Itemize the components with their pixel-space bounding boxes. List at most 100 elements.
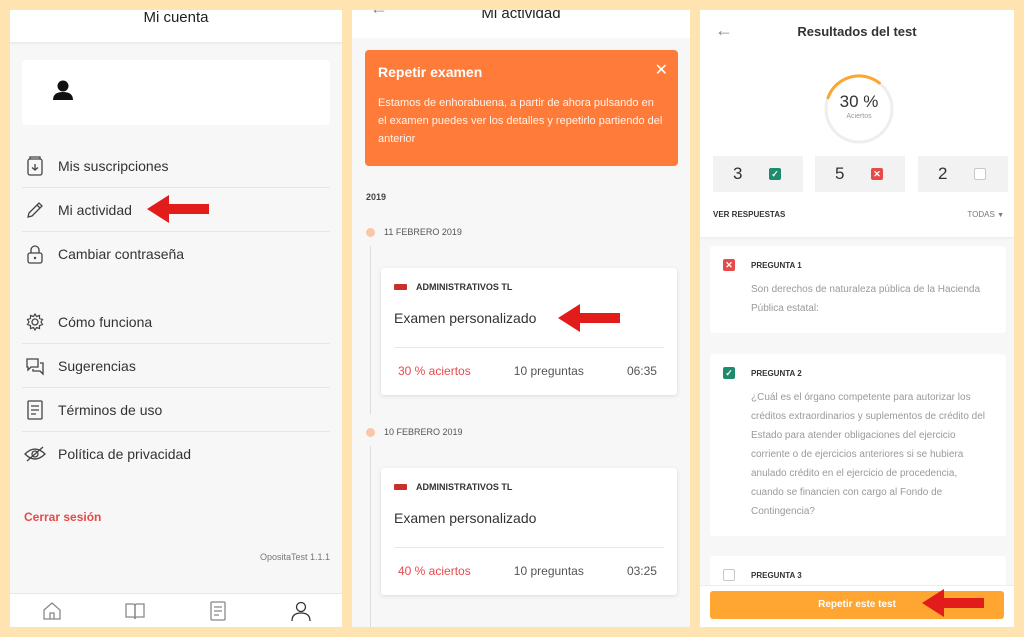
document-icon [24, 399, 46, 421]
page-title: Resultados del test [797, 24, 917, 39]
chevron-down-icon: ▼ [997, 212, 1004, 219]
question-label: PREGUNTA 2 [751, 368, 802, 378]
menu-item-terms[interactable]: Términos de uso [22, 388, 330, 432]
activity-header: ← Mi actividad [352, 10, 690, 38]
menu-item-label: Sugerencias [58, 357, 136, 374]
score-percent: 30 % [839, 92, 879, 111]
pencil-icon [24, 199, 46, 221]
annotation-arrow-icon [922, 589, 984, 617]
year-label: 2019 [366, 192, 387, 202]
menu-group-info: Cómo funciona Sugerencias Términos de us… [22, 300, 330, 476]
activity-panel: ← Mi actividad Repetir examen Estamos de… [352, 10, 690, 627]
profile-card[interactable] [22, 60, 330, 125]
question-card[interactable]: ✕ PREGUNTA 1 Son derechos de naturaleza … [710, 246, 1006, 333]
ver-respuestas-label: VER RESPUESTAS [713, 210, 786, 219]
nav-profile[interactable] [287, 597, 315, 625]
exam-aciertos: 40 % aciertos [398, 564, 471, 578]
question-card[interactable]: ✓ PREGUNTA 2 ¿Cuál es el órgano competen… [710, 354, 1006, 536]
banner-text: Estamos de enhorabuena, a partir de ahor… [378, 97, 663, 145]
menu-item-label: Términos de uso [58, 401, 163, 418]
menu-item-label: Cambiar contraseña [58, 246, 185, 262]
exam-aciertos: 30 % aciertos [398, 364, 471, 378]
menu-item-subscriptions[interactable]: Mis suscripciones [22, 144, 330, 188]
menu-item-label: Cómo funciona [58, 313, 153, 330]
page-title: Mi cuenta [10, 10, 342, 42]
empty-box-icon [974, 168, 986, 180]
nav-book[interactable] [121, 597, 149, 625]
annotation-arrow-icon [147, 195, 209, 223]
exam-tag: ADMINISTRATIVOS TL [394, 482, 512, 492]
divider [394, 347, 664, 348]
avatar [44, 72, 82, 110]
date-row: 11 FEBRERO 2019 [366, 227, 462, 237]
cross-icon: ✕ [723, 259, 735, 271]
gear-icon [24, 311, 46, 333]
menu-item-label: Política de privacidad [58, 446, 192, 462]
results-summary: ← Resultados del test 30 % Aciertos 3 ✓ … [700, 10, 1014, 237]
question-label: PREGUNTA 3 [751, 570, 802, 580]
repeat-exam-banner: Repetir examen Estamos de enhorabuena, a… [365, 50, 678, 166]
chat-icon [24, 355, 46, 377]
back-arrow-icon[interactable]: ← [370, 10, 388, 17]
exam-tag: ADMINISTRATIVOS TL [394, 282, 512, 292]
exam-tag-label: ADMINISTRATIVOS TL [416, 482, 513, 492]
subscriptions-icon [24, 155, 46, 177]
empty-box-icon [723, 569, 735, 581]
app-version: OpositaTest 1.1.1 [259, 552, 330, 562]
menu-item-password[interactable]: Cambiar contraseña [22, 232, 330, 276]
exam-preguntas: 10 preguntas [513, 364, 584, 378]
exam-stats: 40 % aciertos 10 preguntas 03:25 [398, 564, 657, 578]
check-icon: ✓ [723, 367, 735, 379]
book-icon [124, 602, 145, 619]
account-panel: Mi cuenta Mis suscripciones Mi actividad [10, 10, 342, 627]
page-title: Mi actividad [481, 10, 561, 22]
correct-count-box: 3 ✓ [713, 156, 803, 192]
timeline-dot [366, 427, 375, 437]
menu-item-suggestions[interactable]: Sugerencias [22, 344, 330, 388]
correct-count: 3 [733, 164, 743, 183]
exam-tag-label: ADMINISTRATIVOS TL [416, 282, 513, 292]
flag-icon [394, 284, 407, 290]
nav-list[interactable] [204, 597, 232, 625]
question-header: ✓ PREGUNTA 2 [723, 367, 802, 379]
bottom-nav [10, 593, 342, 627]
timeline-line [370, 446, 371, 627]
exam-time: 06:35 [626, 364, 657, 378]
date-label: 10 FEBRERO 2019 [384, 427, 463, 437]
home-icon [42, 601, 61, 620]
question-header: PREGUNTA 3 [723, 569, 802, 581]
menu-item-how-it-works[interactable]: Cómo funciona [22, 300, 330, 344]
exam-preguntas: 10 preguntas [513, 564, 584, 578]
blank-count-box: 2 [918, 156, 1008, 192]
cross-icon: ✕ [871, 168, 883, 180]
question-label: PREGUNTA 1 [751, 260, 802, 270]
filter-value: TODAS [967, 210, 995, 219]
exam-card[interactable]: ADMINISTRATIVOS TL Examen personalizado … [381, 268, 677, 395]
exam-card[interactable]: ADMINISTRATIVOS TL Examen personalizado … [381, 468, 677, 595]
annotation-arrow-icon [558, 304, 620, 332]
date-row: 10 FEBRERO 2019 [366, 427, 463, 437]
menu-item-privacy[interactable]: Política de privacidad [22, 432, 330, 476]
wrong-count-box: 5 ✕ [815, 156, 905, 192]
question-header: ✕ PREGUNTA 1 [723, 259, 802, 271]
score-label: Aciertos [846, 113, 872, 120]
eye-icon [24, 443, 46, 465]
close-icon[interactable]: ✕ [655, 60, 668, 80]
user-icon [53, 80, 73, 100]
exam-title: Examen personalizado [394, 510, 537, 526]
banner-title: Repetir examen [378, 64, 483, 80]
timeline-dot [366, 227, 375, 237]
nav-home[interactable] [38, 597, 66, 625]
user-icon [290, 601, 311, 621]
divider [394, 547, 664, 548]
list-icon [209, 600, 226, 621]
blank-count: 2 [938, 164, 948, 183]
exam-title: Examen personalizado [394, 310, 537, 326]
logout-link[interactable]: Cerrar sesión [24, 510, 101, 524]
filter-dropdown[interactable]: TODAS ▼ [967, 210, 1004, 219]
question-text: Son derechos de naturaleza pública de la… [751, 284, 981, 314]
flag-icon [394, 484, 407, 490]
timeline-line [370, 246, 371, 414]
wrong-count: 5 [835, 164, 845, 183]
results-panel: ← Resultados del test 30 % Aciertos 3 ✓ … [700, 10, 1014, 627]
